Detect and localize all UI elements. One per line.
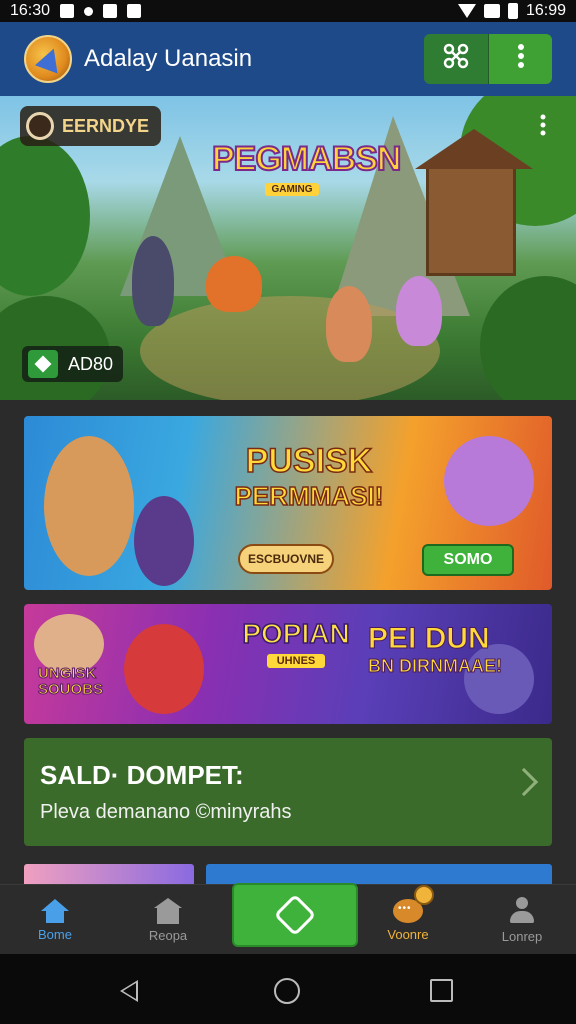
share-hub-button[interactable] [424,34,488,84]
app-bar: Adalay Uanasin [0,22,576,96]
nav-home-label: Bome [38,926,72,942]
promo-2-side-line2: SOUOBS [37,681,104,698]
promo-2-headline: PEI DUN BN DIRNMAAE! [368,622,503,677]
status-bar: 16:30 16:99 [0,0,576,22]
character-art [396,276,442,346]
signal-icon [483,4,500,18]
character-art [44,436,134,576]
more-vertical-icon [517,43,525,76]
badge-ring-icon [26,112,54,140]
app-logo-icon[interactable] [24,35,72,83]
character-art [206,256,262,312]
treehouse-art [415,129,533,276]
wifi-icon [457,4,476,18]
hero-game-logo: PEGMABSN GAMING [211,139,402,197]
app-title: Adalay Uanasin [84,45,253,72]
back-icon[interactable] [120,980,138,1002]
promo-2-headline-line1: PEI DUN [368,622,491,656]
hero-more-button[interactable] [540,114,546,142]
bottom-navigation: Bome Reopa Voonre Lonrep [0,883,576,955]
promo-1-pill[interactable]: ESCBUOVNE [238,544,334,574]
promo-2-side-line1: UNGISK [37,665,97,682]
muted-icon [103,4,118,18]
promo-1-title-line2: PERMMASI! [234,480,384,512]
coin-badge-icon [414,885,434,905]
character-art [132,236,174,326]
promo-2-logo: POPIAN UHNES [234,617,358,669]
status-time-right: 16:99 [525,2,566,19]
hero-logo-title: PEGMABSN [211,139,402,179]
dot-icon [84,6,94,16]
nav-voucher-label: Voonre [387,926,429,942]
promo-1-title-line1: PUSISK [245,441,373,481]
dirt-path-art [140,296,440,400]
next-card-peek-right[interactable] [206,864,552,884]
promo-1-title: PUSISK PERMMASI! [214,441,404,512]
diamond-icon [34,355,52,373]
share-hub-icon [442,42,470,77]
notification-icon [60,4,75,18]
hexagon-icon [273,893,317,937]
wallet-title: SALD· DOMPET: [40,760,244,790]
nav-shop[interactable]: Reopa [118,885,218,955]
wallet-subtitle: Pleva demanano ©minyrahs [40,801,292,823]
character-art [326,286,372,362]
nav-voucher[interactable]: Voonre [358,885,458,955]
promo-banner-1[interactable]: PUSISK PERMMASI! ESCBUOVNE SOMO [24,416,552,590]
promo-2-logo-sub: UHNES [266,654,326,668]
promo-2-headline-line2: BN DIRNMAAE! [368,656,503,677]
shop-icon [154,897,182,924]
price-label: AD80 [68,353,114,374]
character-art [444,436,534,526]
system-navigation-bar [0,954,576,1024]
app-screen: 16:30 16:99 Adalay Uanasin EERNDYE PEGMA… [0,0,576,1024]
game-badge-label: EERNDYE [62,115,150,136]
nav-home[interactable]: Bome [5,885,105,955]
nav-shop-label: Reopa [148,927,188,943]
recent-apps-icon[interactable] [430,979,453,1002]
home-icon [41,898,69,923]
price-chip[interactable]: AD80 [22,346,124,382]
promo-2-logo-title: POPIAN [242,617,351,650]
hero-logo-subtitle: GAMING [265,183,319,196]
promo-1-cta-button[interactable]: SOMO [422,544,514,576]
battery-icon [507,3,518,19]
status-time-left: 16:30 [10,2,51,19]
app-bar-actions [424,34,552,84]
user-icon [508,896,536,925]
nav-profile[interactable]: Lonrep [472,885,572,955]
next-card-peek-left[interactable] [24,864,194,884]
diamond-icon-box [28,350,58,378]
more-menu-button[interactable] [488,34,552,84]
nav-center-action-button[interactable] [232,883,358,947]
home-circle-icon[interactable] [274,978,300,1004]
promo-2-side-text: UNGISK SOUOBS [37,665,104,698]
promo-banner-2[interactable]: UNGISK SOUOBS POPIAN UHNES PEI DUN BN DI… [24,604,552,724]
character-art [124,624,204,714]
character-art [134,496,194,586]
more-vertical-icon [540,114,546,141]
tree-art [480,276,576,400]
sd-card-icon [127,4,142,18]
wallet-balance-card[interactable]: SALD· DOMPET: Pleva demanano ©minyrahs [24,738,552,846]
tree-art [0,136,90,296]
hero-banner[interactable]: EERNDYE PEGMABSN GAMING AD80 [0,96,576,400]
game-badge[interactable]: EERNDYE [20,106,162,146]
nav-profile-label: Lonrep [501,928,543,944]
